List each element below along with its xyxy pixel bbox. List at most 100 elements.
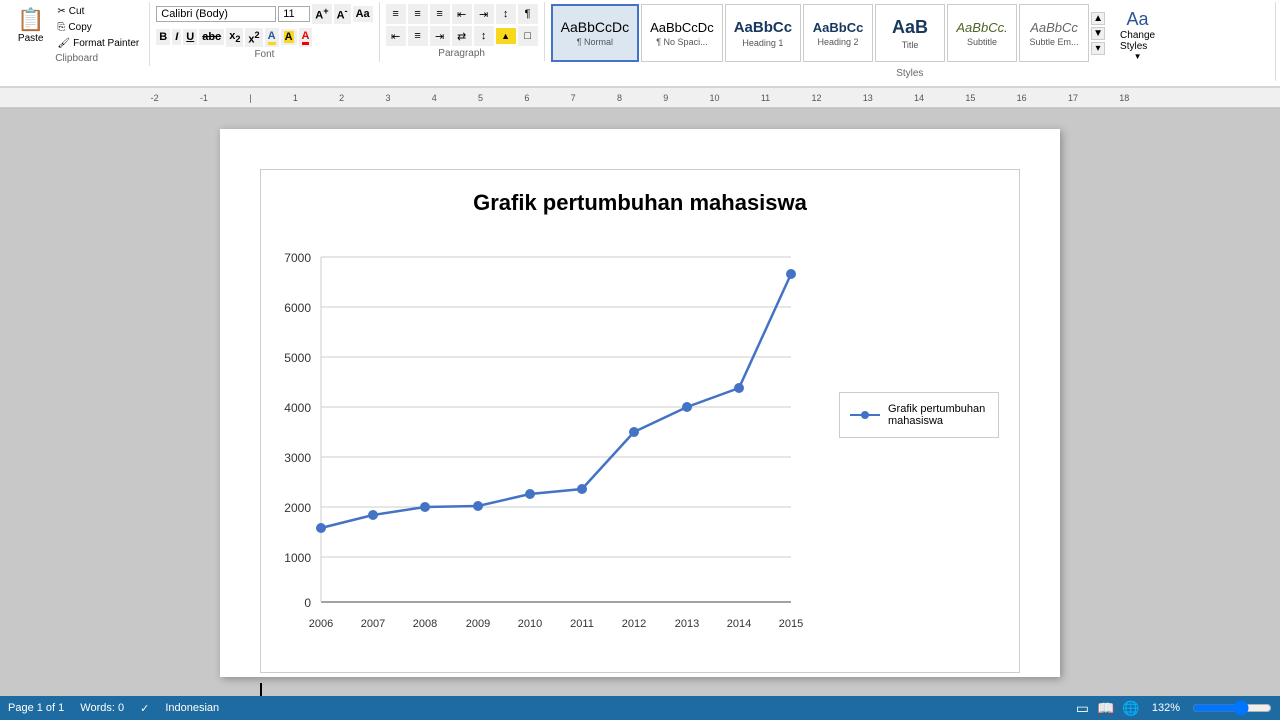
- clipboard-group: 📋 Paste ✂ Cut ⎘ Copy 🖌: [4, 2, 150, 66]
- svg-text:2011: 2011: [570, 618, 594, 630]
- change-styles-button[interactable]: Aa ChangeStyles ▼: [1111, 4, 1164, 66]
- svg-text:2007: 2007: [361, 618, 385, 630]
- zoom-slider[interactable]: [1192, 700, 1272, 716]
- data-point-2015: [786, 269, 796, 279]
- clipboard-small-buttons: ✂ Cut ⎘ Copy 🖌 Format Painter: [53, 4, 143, 51]
- zoom-level: 132%: [1152, 702, 1180, 714]
- font-name-input[interactable]: [156, 6, 276, 22]
- text-effects-button[interactable]: A: [265, 28, 279, 47]
- styles-scroll-up[interactable]: ▲: [1091, 12, 1105, 25]
- clear-formatting-button[interactable]: Aa: [353, 6, 373, 22]
- style-heading2[interactable]: AaBbCc Heading 2: [803, 4, 873, 62]
- show-marks-button[interactable]: ¶: [518, 4, 538, 24]
- shading-button[interactable]: ▲: [496, 28, 516, 44]
- increase-indent-button[interactable]: ⇥: [474, 4, 494, 24]
- decrease-indent-button[interactable]: ⇤: [452, 4, 472, 24]
- style-subtle-emphasis[interactable]: AaBbCc Subtle Em...: [1019, 4, 1089, 62]
- grow-font-button[interactable]: A+: [312, 4, 331, 24]
- svg-text:2015: 2015: [779, 618, 803, 630]
- styles-scroll-arrows: ▲ ▼ ▾: [1091, 12, 1105, 55]
- font-label: Font: [156, 47, 372, 60]
- font-row1: A+ A- Aa: [156, 4, 372, 24]
- svg-text:1000: 1000: [284, 551, 311, 565]
- chart-container: Grafik pertumbuhan mahasiswa 7000 6000 5…: [260, 169, 1020, 673]
- view-reading-button[interactable]: 📖: [1097, 700, 1114, 717]
- svg-text:2010: 2010: [518, 618, 542, 630]
- status-bar: Page 1 of 1 Words: 0 ✓ Indonesian ▭ 📖 🌐 …: [0, 696, 1280, 720]
- sort-button[interactable]: ↕: [496, 4, 516, 24]
- shrink-font-button[interactable]: A-: [334, 4, 351, 24]
- style-subtitle[interactable]: AaBbCc. Subtitle: [947, 4, 1017, 62]
- text-cursor: [260, 683, 262, 697]
- line-spacing-button[interactable]: ↕: [474, 26, 494, 46]
- font-color-button[interactable]: A: [299, 28, 313, 47]
- copy-button[interactable]: ⎘ Copy: [53, 20, 143, 35]
- superscript-button[interactable]: x2: [245, 28, 262, 48]
- chart-line: [321, 274, 791, 528]
- paragraph-label: Paragraph: [386, 46, 538, 59]
- multilevel-button[interactable]: ≡: [430, 4, 450, 24]
- chart-svg: 7000 6000 5000 4000 3000 2000 1000 0: [281, 232, 819, 652]
- bullets-button[interactable]: ≡: [386, 4, 406, 24]
- styles-scroll-down[interactable]: ▼: [1091, 27, 1105, 40]
- chart-area: 7000 6000 5000 4000 3000 2000 1000 0: [281, 232, 999, 652]
- svg-text:0: 0: [304, 596, 311, 610]
- style-normal[interactable]: AaBbCcDc ¶ Normal: [551, 4, 639, 62]
- justify-button[interactable]: ⇄: [452, 26, 472, 46]
- borders-button[interactable]: □: [518, 26, 538, 46]
- legend-label: Grafik pertumbuhanmahasiswa: [888, 403, 985, 427]
- italic-button[interactable]: I: [172, 29, 181, 45]
- numbering-button[interactable]: ≡: [408, 4, 428, 24]
- underline-button[interactable]: U: [183, 29, 197, 45]
- svg-text:3000: 3000: [284, 451, 311, 465]
- font-row2: B I U abc x2 x2 A A A: [156, 28, 372, 48]
- data-point-2008: [420, 502, 430, 512]
- chart-legend: Grafik pertumbuhanmahasiswa: [839, 392, 999, 438]
- proofing-icon: ✓: [140, 702, 149, 715]
- word-count: Words: 0: [80, 702, 124, 714]
- paragraph-row1: ≡ ≡ ≡ ⇤ ⇥ ↕ ¶: [386, 4, 538, 24]
- cut-button[interactable]: ✂ Cut: [53, 4, 143, 19]
- subscript-button[interactable]: x2: [226, 28, 243, 46]
- paragraph-row2: ⇤ ≡ ⇥ ⇄ ↕ ▲ □: [386, 26, 538, 46]
- styles-scroll-area: AaBbCcDc ¶ Normal AaBbCcDc ¶ No Spaci...…: [551, 4, 1105, 62]
- style-title[interactable]: AaB Title: [875, 4, 945, 62]
- align-right-button[interactable]: ⇥: [430, 26, 450, 46]
- data-point-2010: [525, 489, 535, 499]
- data-point-2011: [577, 484, 587, 494]
- format-painter-button[interactable]: 🖌 Format Painter: [53, 36, 143, 51]
- styles-content: AaBbCcDc ¶ Normal AaBbCcDc ¶ No Spaci...…: [551, 4, 1269, 66]
- style-heading1[interactable]: AaBbCc Heading 1: [725, 4, 801, 62]
- align-center-button[interactable]: ≡: [408, 26, 428, 46]
- page-info: Page 1 of 1: [8, 702, 64, 714]
- view-web-button[interactable]: 🌐: [1122, 700, 1139, 717]
- strikethrough-button[interactable]: abc: [199, 29, 224, 45]
- page[interactable]: Grafik pertumbuhan mahasiswa 7000 6000 5…: [220, 129, 1060, 677]
- ribbon-content: 📋 Paste ✂ Cut ⎘ Copy 🖌: [0, 0, 1280, 88]
- view-normal-button[interactable]: ▭: [1076, 700, 1089, 717]
- svg-text:7000: 7000: [284, 251, 311, 265]
- highlight-button[interactable]: A: [281, 29, 297, 45]
- svg-text:2000: 2000: [284, 501, 311, 515]
- data-point-2012: [629, 427, 639, 437]
- align-left-button[interactable]: ⇤: [386, 26, 406, 46]
- svg-text:2006: 2006: [309, 618, 333, 630]
- svg-text:5000: 5000: [284, 351, 311, 365]
- font-size-input[interactable]: [278, 6, 310, 22]
- font-group: A+ A- Aa B I U abc x2 x2 A A A Font: [150, 2, 379, 62]
- clipboard-label: Clipboard: [10, 51, 143, 64]
- ruler: -2 -1 | 1 2 3 4 5 6 7 8 9 10 11 12 13 14…: [0, 88, 1280, 108]
- svg-text:6000: 6000: [284, 301, 311, 315]
- bold-button[interactable]: B: [156, 29, 170, 45]
- styles-scroll-more[interactable]: ▾: [1091, 42, 1105, 55]
- clipboard-group-content: 📋 Paste ✂ Cut ⎘ Copy 🖌: [10, 4, 143, 51]
- paste-button[interactable]: 📋 Paste: [10, 4, 51, 51]
- style-no-spacing[interactable]: AaBbCcDc ¶ No Spaci...: [641, 4, 723, 62]
- svg-text:4000: 4000: [284, 401, 311, 415]
- data-point-2009: [473, 501, 483, 511]
- language: Indonesian: [165, 702, 219, 714]
- styles-group: AaBbCcDc ¶ Normal AaBbCcDc ¶ No Spaci...…: [545, 2, 1276, 81]
- status-left: Page 1 of 1 Words: 0 ✓ Indonesian: [8, 702, 219, 715]
- cut-icon: ✂: [57, 6, 65, 17]
- text-cursor-area[interactable]: [260, 683, 1020, 697]
